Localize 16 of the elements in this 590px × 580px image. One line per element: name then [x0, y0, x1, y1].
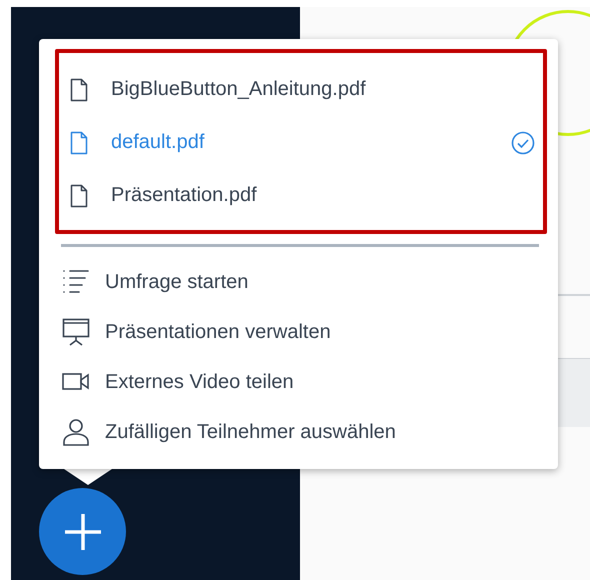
plus-icon [62, 512, 102, 552]
file-menu-item[interactable]: Präsentation.pdf [67, 169, 543, 222]
list-icon [62, 268, 90, 296]
document-icon [70, 184, 88, 208]
menu-item[interactable]: Zufälligen Teilnehmer auswählen [61, 407, 547, 457]
projector-screen-icon [62, 318, 90, 346]
video-camera-icon [62, 372, 90, 392]
person-icon [62, 418, 90, 446]
document-icon [70, 78, 88, 102]
menu-item[interactable]: Externes Video teilen [61, 357, 547, 407]
file-menu-item[interactable]: default.pdf [67, 116, 543, 169]
menu-item[interactable]: Umfrage starten [61, 257, 547, 307]
file-menu-item[interactable]: BigBlueButton_Anleitung.pdf [67, 63, 543, 116]
menu-item[interactable]: Präsentationen verwalten [61, 307, 547, 357]
document-icon [70, 130, 88, 154]
check-circle-icon [511, 130, 535, 154]
